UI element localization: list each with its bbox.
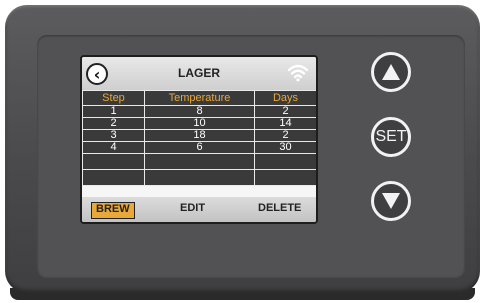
step-cell: 3 — [82, 129, 145, 142]
triangle-up-icon — [382, 64, 400, 80]
table-row[interactable]: 4 6 30 — [82, 141, 316, 154]
program-table: Step Temperature Days 1 8 2 2 10 14 3 18… — [82, 90, 316, 186]
temperature-cell: 6 — [144, 141, 255, 154]
set-button-label: SET — [375, 128, 407, 145]
screen-header: ‹ LAGER — [82, 57, 316, 90]
temperature-cell — [144, 153, 255, 170]
table-header-row: Step Temperature Days — [82, 90, 316, 106]
step-cell — [82, 153, 145, 170]
temperature-cell: 10 — [144, 117, 255, 130]
up-button[interactable] — [371, 52, 411, 92]
table-row-empty[interactable] — [82, 153, 316, 170]
table-row[interactable]: 1 8 2 — [82, 105, 316, 118]
softkey-bar: BREW EDIT DELETE — [82, 197, 316, 222]
days-cell: 2 — [254, 105, 316, 118]
days-cell — [254, 153, 316, 170]
days-cell — [254, 169, 316, 186]
days-cell: 14 — [254, 117, 316, 130]
delete-button[interactable]: DELETE — [258, 202, 301, 217]
triangle-down-icon — [382, 193, 400, 209]
days-cell: 2 — [254, 129, 316, 142]
column-header-temperature: Temperature — [144, 90, 255, 106]
page-title: LAGER — [178, 66, 220, 80]
table-row-empty[interactable] — [82, 169, 316, 186]
temperature-cell — [144, 169, 255, 186]
temperature-cell: 18 — [144, 129, 255, 142]
down-button[interactable] — [371, 181, 411, 221]
column-header-days: Days — [254, 90, 316, 106]
step-cell: 1 — [82, 105, 145, 118]
set-button[interactable]: SET — [371, 117, 411, 157]
wifi-icon — [287, 64, 309, 82]
step-cell — [82, 169, 145, 186]
days-cell: 30 — [254, 141, 316, 154]
column-header-step: Step — [82, 90, 145, 106]
step-cell: 2 — [82, 117, 145, 130]
edit-button[interactable]: EDIT — [180, 202, 205, 217]
brew-button[interactable]: BREW — [91, 202, 135, 219]
table-row[interactable]: 2 10 14 — [82, 117, 316, 130]
temperature-cell: 8 — [144, 105, 255, 118]
step-cell: 4 — [82, 141, 145, 154]
lcd-screen: ‹ LAGER Step Temperature Days 1 8 2 2 10… — [80, 55, 318, 224]
table-row[interactable]: 3 18 2 — [82, 129, 316, 142]
